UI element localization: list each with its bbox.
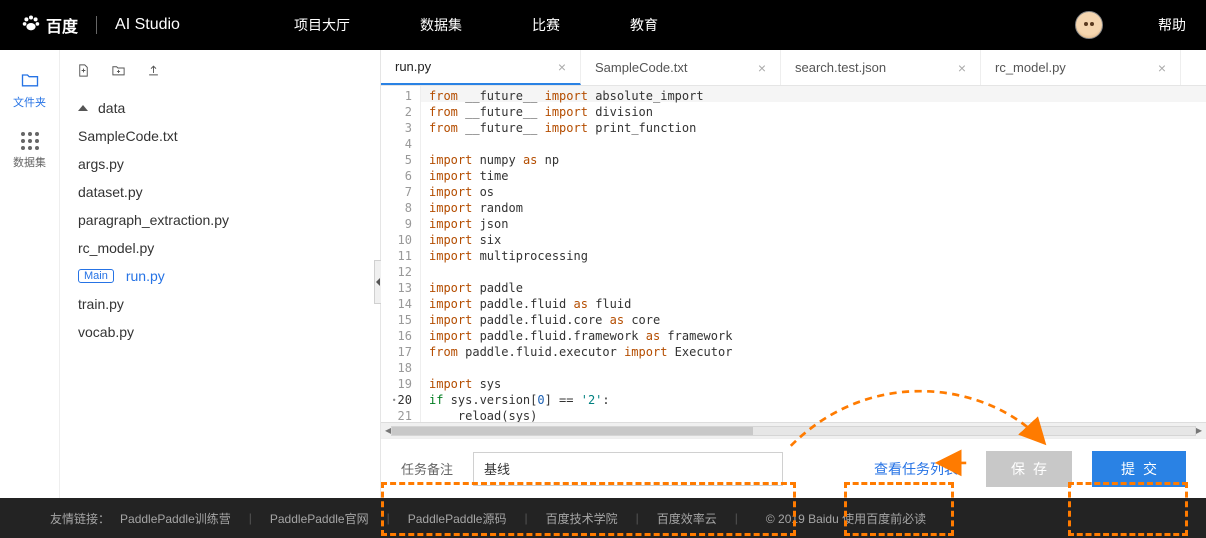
file-vocab[interactable]: vocab.py: [60, 318, 380, 346]
file-rc-model[interactable]: rc_model.py: [60, 234, 380, 262]
tab-samplecode[interactable]: SampleCode.txt ×: [581, 50, 781, 85]
file-samplecode[interactable]: SampleCode.txt: [60, 122, 380, 150]
new-folder-icon[interactable]: [111, 63, 126, 78]
logo-divider: [96, 16, 97, 34]
file-dataset[interactable]: dataset.py: [60, 178, 380, 206]
close-icon[interactable]: ×: [558, 59, 566, 75]
folder-icon: [20, 70, 40, 90]
bottom-bar: 友情链接： PaddlePaddle训练营| PaddlePaddle官网| P…: [0, 498, 1206, 538]
close-icon[interactable]: ×: [958, 60, 966, 76]
code-content[interactable]: from __future__ import absolute_importfr…: [421, 86, 1206, 422]
collapse-sidebar-handle[interactable]: [374, 260, 381, 304]
file-explorer: data SampleCode.txt args.py dataset.py p…: [60, 50, 380, 498]
tab-label: search.test.json: [795, 60, 886, 75]
new-file-icon[interactable]: [76, 63, 91, 78]
nav-education[interactable]: 教育: [630, 15, 658, 35]
tab-label: SampleCode.txt: [595, 60, 688, 75]
scroll-right-icon[interactable]: ▶: [1196, 426, 1202, 435]
close-icon[interactable]: ×: [758, 60, 766, 76]
studio-logo: AI Studio: [115, 16, 180, 34]
upload-icon[interactable]: [146, 63, 161, 78]
avatar[interactable]: [1075, 11, 1103, 39]
nav-datasets[interactable]: 数据集: [420, 15, 462, 35]
submit-button[interactable]: 提交: [1092, 451, 1186, 487]
file-args[interactable]: args.py: [60, 150, 380, 178]
view-task-list-link[interactable]: 查看任务列表: [866, 453, 966, 485]
rail-datasets[interactable]: 数据集: [13, 132, 46, 170]
horizontal-scrollbar[interactable]: ◀ ▶: [381, 422, 1206, 438]
topbar: 百度 AI Studio 项目大厅 数据集 比赛 教育 帮助: [0, 0, 1206, 50]
close-icon[interactable]: ×: [1158, 60, 1166, 76]
link-paddlesrc[interactable]: PaddlePaddle源码: [408, 510, 507, 527]
file-run-label: run.py: [126, 268, 165, 284]
task-remark-label: 任务备注: [401, 459, 453, 478]
tab-label: rc_model.py: [995, 60, 1066, 75]
copyright: © 2019 Baidu 使用百度前必读: [766, 510, 926, 527]
code-editor[interactable]: 123456789101112131415161718192021222324 …: [381, 86, 1206, 422]
nav-competition[interactable]: 比赛: [532, 15, 560, 35]
explorer-toolbar: [60, 50, 380, 90]
scroll-track[interactable]: [391, 426, 1196, 436]
links-prefix: 友情链接：: [50, 510, 110, 527]
grid-icon: [21, 132, 39, 150]
main: 文件夹 数据集 data SampleCode.txt args.py data…: [0, 50, 1206, 498]
scroll-thumb[interactable]: [392, 427, 753, 435]
left-rail: 文件夹 数据集: [0, 50, 60, 498]
rail-datasets-label: 数据集: [13, 154, 46, 170]
topnav: 项目大厅 数据集 比赛 教育: [294, 15, 658, 35]
editor-column: run.py × SampleCode.txt × search.test.js…: [380, 50, 1206, 498]
rail-files[interactable]: 文件夹: [13, 70, 46, 110]
topbar-right: 帮助: [1075, 11, 1186, 39]
file-tree: data SampleCode.txt args.py dataset.py p…: [60, 90, 380, 346]
save-button[interactable]: 保存: [986, 451, 1072, 487]
link-paddlesite[interactable]: PaddlePaddle官网: [270, 510, 369, 527]
tab-label: run.py: [395, 59, 431, 74]
link-paddlecamp[interactable]: PaddlePaddle训练营: [120, 510, 231, 527]
file-run[interactable]: Main run.py: [60, 262, 380, 290]
link-baidu-tech[interactable]: 百度技术学院: [546, 510, 618, 527]
rail-files-label: 文件夹: [13, 94, 46, 110]
file-train[interactable]: train.py: [60, 290, 380, 318]
tab-search-json[interactable]: search.test.json ×: [781, 50, 981, 85]
folder-data[interactable]: data: [60, 94, 380, 122]
file-paragraph-extraction[interactable]: paragraph_extraction.py: [60, 206, 380, 234]
nav-projects[interactable]: 项目大厅: [294, 15, 350, 35]
caret-icon: [78, 105, 88, 111]
help-link[interactable]: 帮助: [1158, 15, 1186, 35]
tab-rc-model[interactable]: rc_model.py ×: [981, 50, 1181, 85]
main-badge: Main: [78, 269, 114, 283]
task-footer: 任务备注 查看任务列表 保存 提交: [381, 438, 1206, 498]
topbar-left: 百度 AI Studio 项目大厅 数据集 比赛 教育: [20, 12, 658, 39]
baidu-logo[interactable]: 百度: [20, 12, 78, 39]
task-remark-input[interactable]: [473, 452, 783, 486]
logo-text: 百度: [46, 13, 78, 37]
editor-tabs: run.py × SampleCode.txt × search.test.js…: [381, 50, 1206, 86]
folder-label: data: [98, 100, 125, 116]
link-baidu-cloud[interactable]: 百度效率云: [657, 510, 717, 527]
line-gutter: 123456789101112131415161718192021222324: [381, 86, 421, 422]
paw-icon: [20, 12, 42, 39]
tab-run[interactable]: run.py ×: [381, 50, 581, 85]
